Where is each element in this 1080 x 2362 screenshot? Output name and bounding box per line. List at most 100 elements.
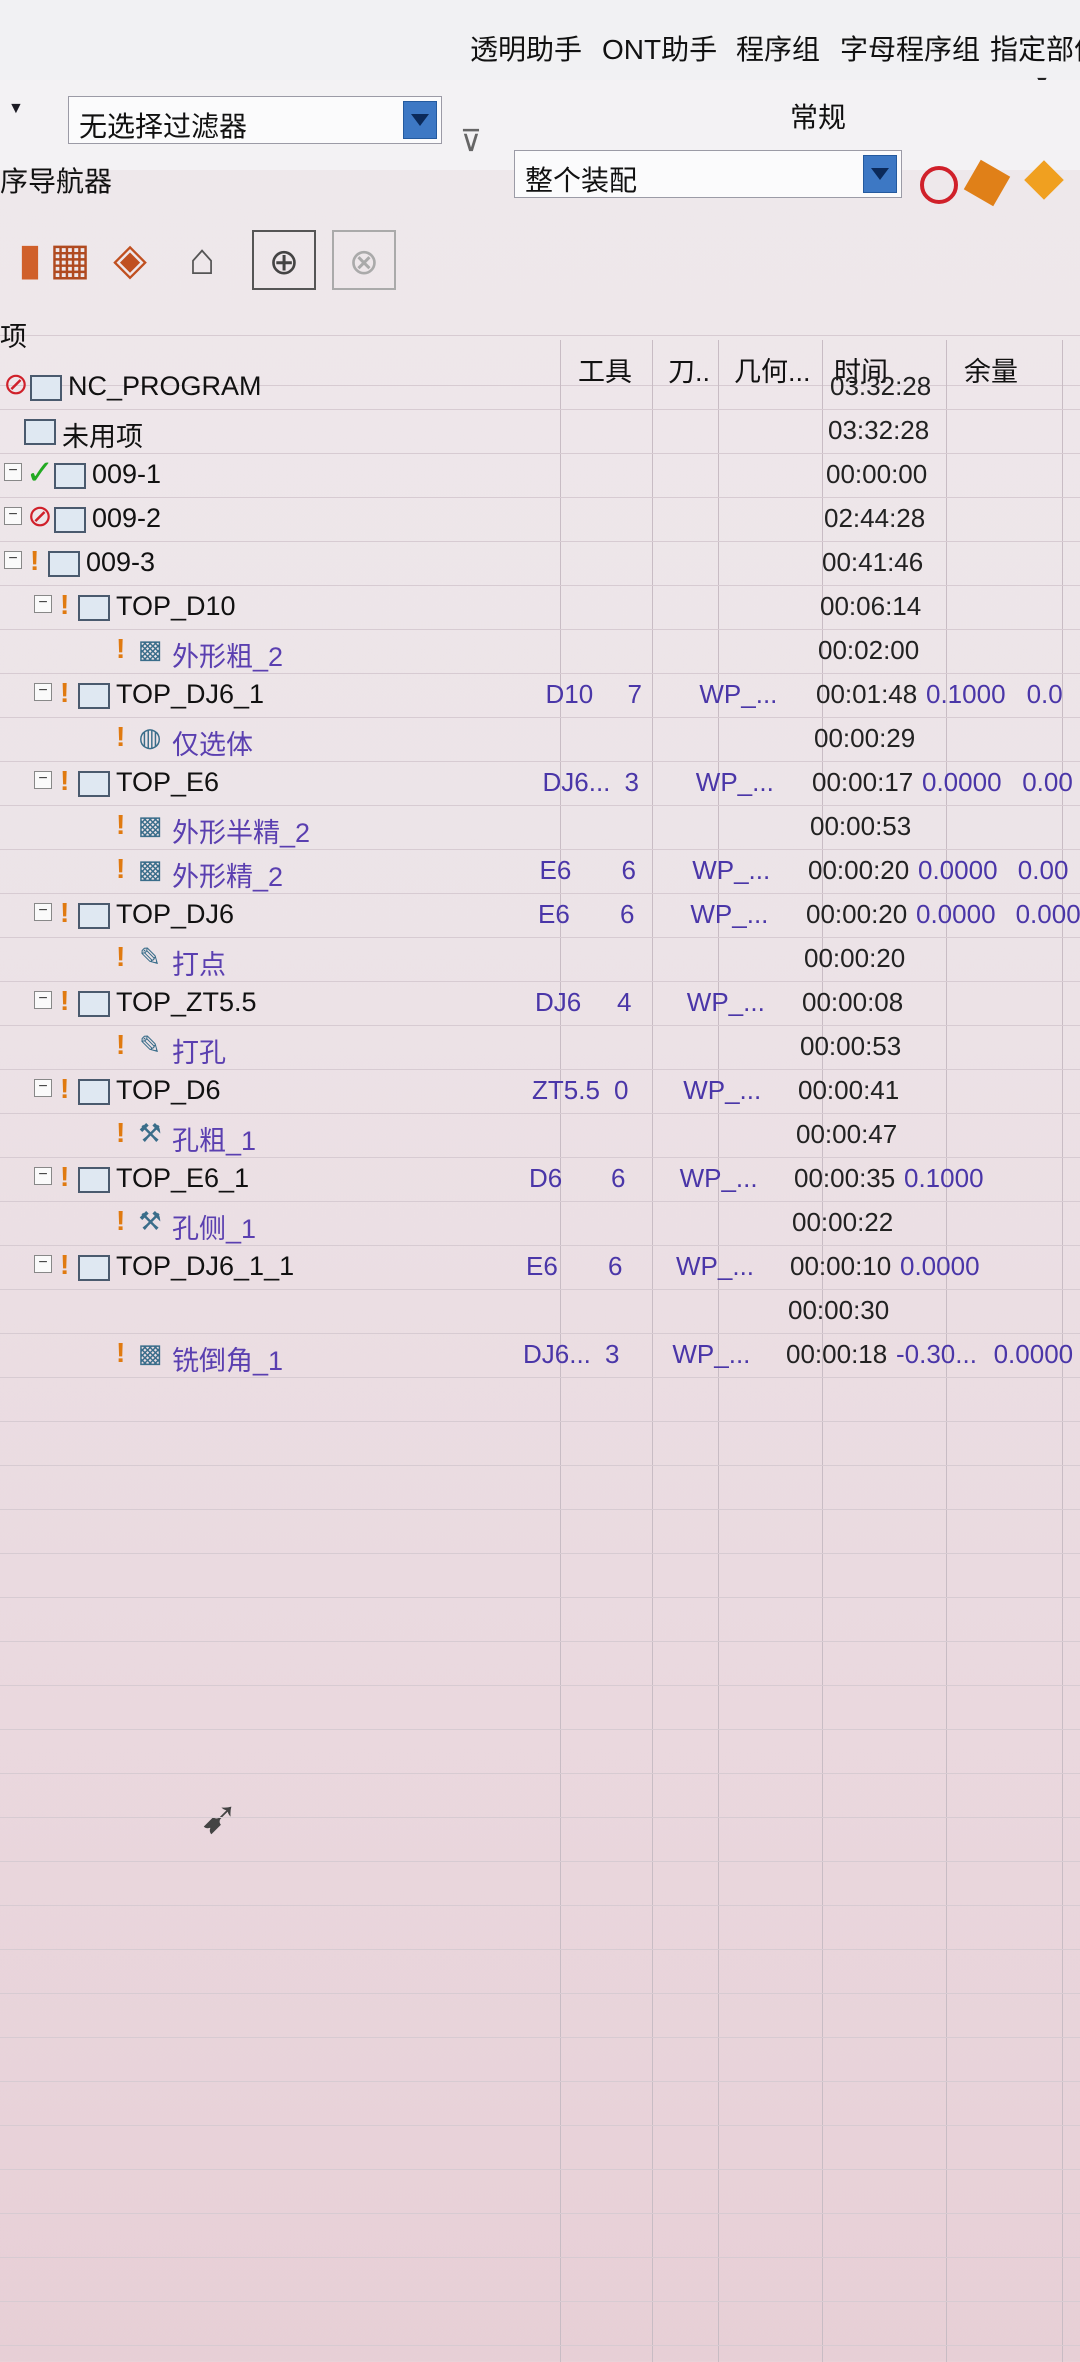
row-geometry: WP_... (692, 855, 771, 885)
row-name: TOP_D6 (116, 1075, 221, 1105)
table-row[interactable]: ! ◍ 仅选体 00:00:29 (0, 717, 1080, 762)
table-row[interactable]: −! TOP_E6 DJ6... 3 WP_... 00:00:17 0.0000 0.00 (0, 761, 1080, 806)
status-warning-icon: ! (116, 633, 126, 664)
table-row[interactable]: −! 009-3 00:41:46 (0, 541, 1080, 586)
expand-toggle-icon[interactable]: − (34, 1079, 52, 1097)
program-folder-icon (78, 771, 110, 797)
status-error-icon: ⊘ (3, 368, 29, 401)
menu-item-ont-assistant[interactable]: ONT助手 (602, 28, 717, 68)
table-row[interactable]: ⊘ NC_PROGRAM 03:32:28 (0, 365, 1080, 410)
row-stock-secondary: 0.000 (1015, 899, 1080, 929)
row-geometry: WP_... (695, 767, 774, 797)
expand-toggle-icon[interactable]: − (34, 903, 52, 921)
row-name: 铣倒角_1 (172, 1346, 284, 1376)
menu-item-specify-part[interactable]: 指定部件 (990, 28, 1080, 68)
expand-toggle-icon[interactable]: − (4, 551, 22, 569)
row-stock: 0.0000 (900, 1251, 980, 1281)
selection-filter-combo[interactable]: 无选择过滤器 (68, 96, 442, 144)
row-name: TOP_DJ6_1_1 (116, 1251, 295, 1281)
selection-filter-dropdown-button[interactable] (403, 101, 437, 139)
table-row[interactable]: 00:00:30 (0, 1289, 1080, 1334)
method-view-icon[interactable]: ⌂ (172, 230, 232, 290)
table-row[interactable]: −! TOP_D6 ZT5.5 0 WP_... 00:00:41 (0, 1069, 1080, 1114)
row-time: 03:32:28 (828, 415, 930, 445)
row-time: 00:00:10 (790, 1251, 892, 1281)
row-name: 孔侧_1 (172, 1214, 257, 1244)
expand-toggle-icon[interactable]: − (34, 1255, 52, 1273)
operation-icon: ⚒ (138, 1206, 162, 1236)
collapse-all-icon[interactable]: ⊗ (332, 230, 396, 290)
program-folder-icon (78, 903, 110, 929)
no-entry-icon[interactable] (920, 166, 958, 204)
expand-toggle-icon[interactable]: − (34, 1167, 52, 1185)
row-stock-secondary: 0.0 (1026, 679, 1063, 709)
machine-tool-view-icon[interactable]: ▦ (40, 230, 100, 290)
menu-item-letter-program-group[interactable]: 字母程序组 (840, 28, 980, 68)
scope-dropdown-button[interactable] (863, 155, 897, 193)
program-folder-icon (24, 419, 56, 445)
row-name: TOP_ZT5.5 (116, 987, 257, 1017)
row-time: 00:00:47 (796, 1119, 898, 1149)
expand-toggle-icon[interactable]: − (34, 595, 52, 613)
menu-item-transparent-assistant[interactable]: 透明助手 (470, 28, 582, 68)
row-tool: DJ6... (523, 1339, 591, 1369)
scope-combo[interactable]: 整个装配 (514, 150, 902, 198)
operation-icon: ▩ (137, 854, 163, 884)
column-header-name[interactable]: 项 (0, 315, 27, 354)
solid-body-icon[interactable] (963, 159, 1011, 207)
table-row[interactable]: −! TOP_D10 00:06:14 (0, 585, 1080, 630)
section-label: 常规 (790, 102, 847, 133)
status-warning-icon: ! (60, 985, 70, 1016)
row-time: 03:32:28 (830, 371, 932, 401)
expand-toggle-icon[interactable]: − (4, 507, 22, 525)
expand-toggle-icon[interactable]: − (34, 771, 52, 789)
row-tool-number: 3 (624, 767, 639, 797)
status-warning-icon: ! (116, 853, 126, 884)
table-row[interactable]: −! TOP_E6_1 D6 6 WP_... 00:00:35 0.1000 (0, 1157, 1080, 1202)
dropdown-arrow-icon[interactable]: ▼ (8, 100, 24, 118)
operation-icon: ▩ (137, 810, 163, 840)
menu-item-program-group[interactable]: 程序组 (736, 28, 820, 68)
selection-filter-value: 无选择过滤器 (79, 111, 248, 142)
row-tool: E6 (526, 1251, 558, 1281)
table-row[interactable]: −! TOP_ZT5.5 DJ6 4 WP_... 00:00:08 (0, 981, 1080, 1026)
status-warning-icon: ! (60, 677, 70, 708)
row-time: 00:00:30 (788, 1295, 890, 1325)
program-folder-icon (78, 683, 110, 709)
table-row[interactable]: ! ▩ 铣倒角_1 DJ6... 3 WP_... 00:00:18 -0.30... 0.00… (0, 1333, 1080, 1378)
table-row[interactable]: −! TOP_DJ6_1 D10 7 WP_... 00:01:48 0.1000 0.0 (0, 673, 1080, 718)
table-row[interactable]: ! ▩ 外形粗_2 00:02:00 (0, 629, 1080, 674)
row-time: 00:02:00 (818, 635, 920, 665)
row-tool: DJ6 (535, 987, 582, 1017)
table-row[interactable]: ! ✎ 打孔 00:00:53 (0, 1025, 1080, 1070)
table-row[interactable]: ! ⚒ 孔侧_1 00:00:22 (0, 1201, 1080, 1246)
table-row[interactable]: 未用项 03:32:28 (0, 409, 1080, 454)
funnel-icon[interactable]: ⊽ (460, 124, 482, 159)
table-row[interactable]: − ✓ 009-1 00:00:00 (0, 453, 1080, 498)
expand-toggle-icon[interactable]: − (4, 463, 22, 481)
program-folder-icon (78, 1255, 110, 1281)
face-icon[interactable] (1024, 160, 1064, 200)
program-folder-icon (78, 595, 110, 621)
row-geometry: WP_... (672, 1339, 751, 1369)
table-row[interactable]: − ⊘ 009-2 02:44:28 (0, 497, 1080, 542)
row-time: 02:44:28 (824, 503, 926, 533)
row-geometry: WP_... (676, 1251, 755, 1281)
table-row[interactable]: ! ✎ 打点 00:00:20 (0, 937, 1080, 982)
expand-toggle-icon[interactable]: − (34, 991, 52, 1009)
row-name: 打点 (172, 950, 226, 980)
geometry-view-icon[interactable]: ◈ (100, 230, 160, 290)
table-row[interactable]: −! TOP_DJ6 E6 6 WP_... 00:00:20 0.0000 0.000 (0, 893, 1080, 938)
row-time: 00:00:41 (798, 1075, 900, 1105)
row-time: 00:00:20 (806, 899, 908, 929)
table-row[interactable]: ! ⚒ 孔粗_1 00:00:47 (0, 1113, 1080, 1158)
expand-toggle-icon[interactable]: − (34, 683, 52, 701)
row-name: 009-3 (86, 547, 156, 577)
row-name: 孔粗_1 (172, 1126, 257, 1156)
table-row[interactable]: ! ▩ 外形半精_2 00:00:53 (0, 805, 1080, 850)
status-warning-icon: ! (60, 897, 70, 928)
table-row[interactable]: −! TOP_DJ6_1_1 E6 6 WP_... 00:00:10 0.0000 (0, 1245, 1080, 1290)
expand-all-icon[interactable]: ⊕ (252, 230, 316, 290)
status-warning-icon: ! (60, 1073, 70, 1104)
table-row[interactable]: ! ▩ 外形精_2 E6 6 WP_... 00:00:20 0.0000 0.00 (0, 849, 1080, 894)
